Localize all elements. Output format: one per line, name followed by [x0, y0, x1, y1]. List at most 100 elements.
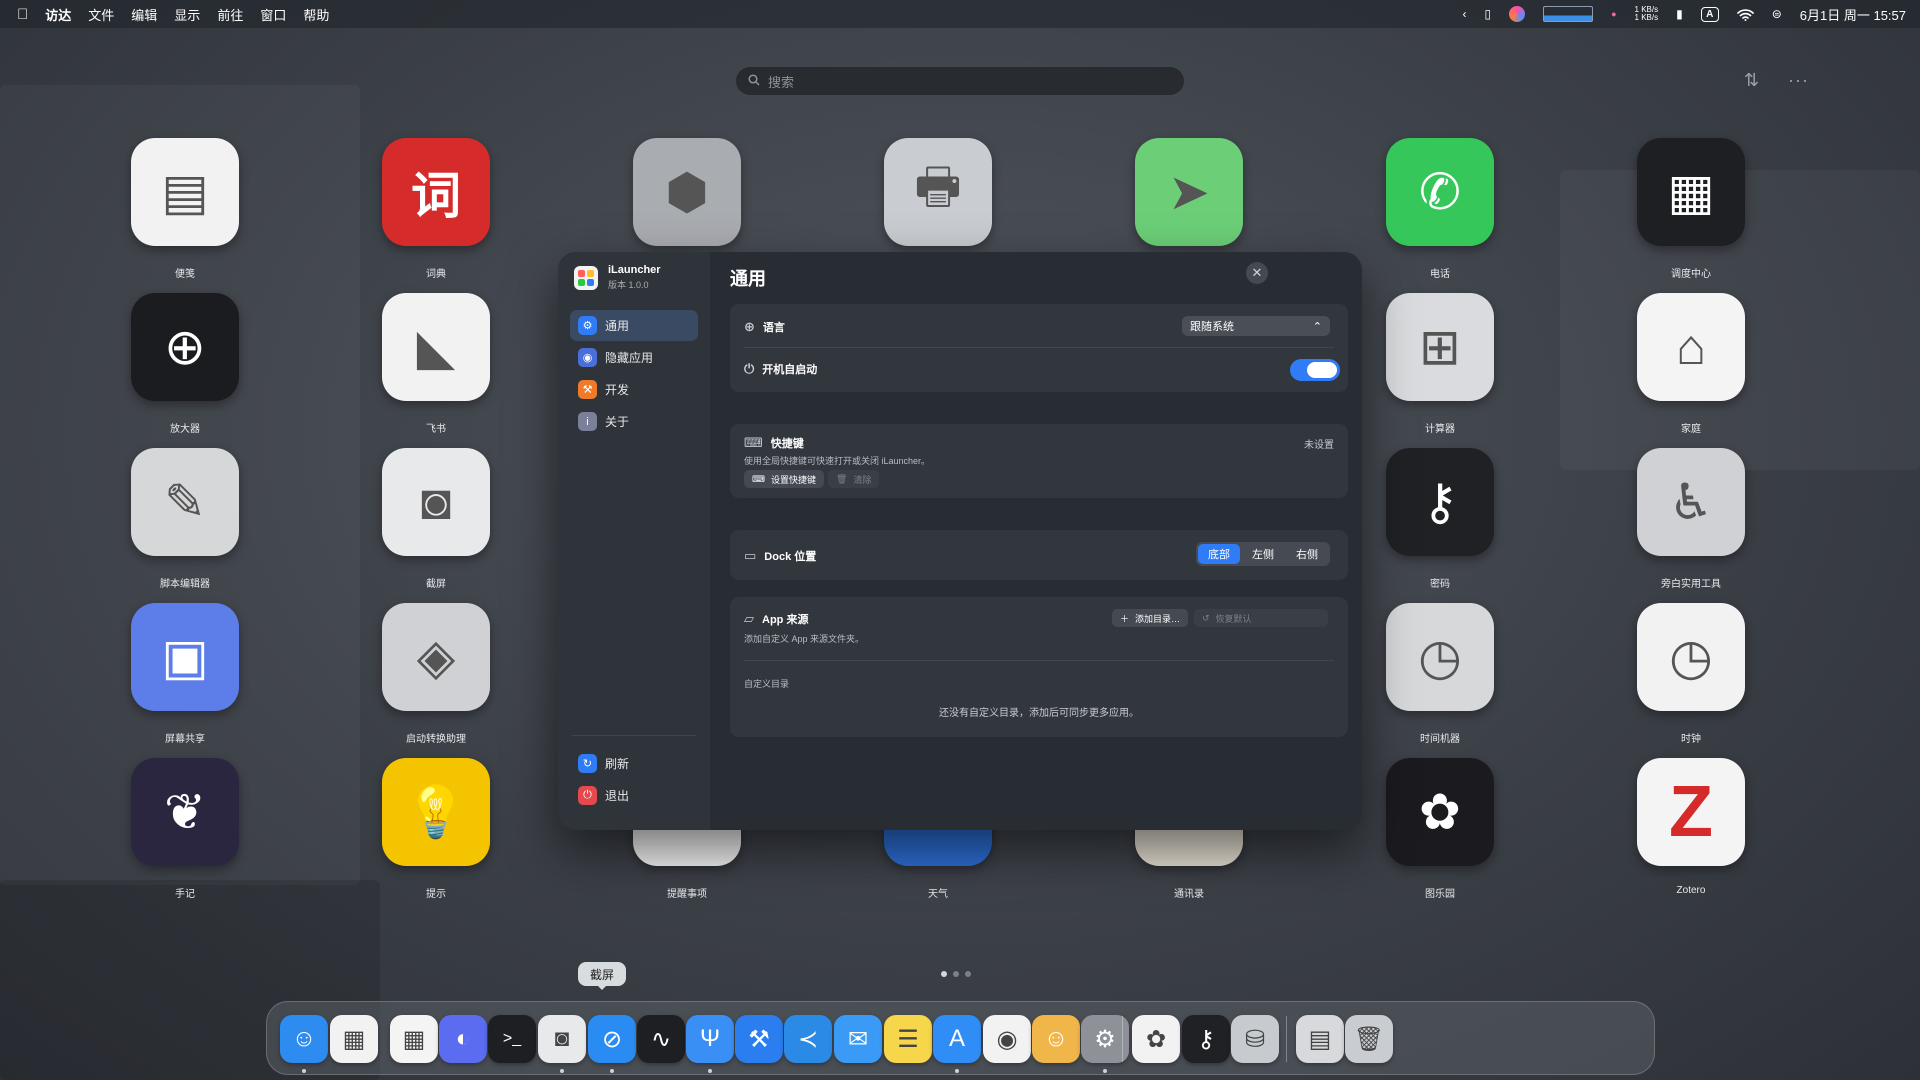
page-dot[interactable] [953, 971, 959, 977]
menu-go[interactable]: 前往 [217, 5, 243, 24]
launchpad-icon[interactable]: ▦ [330, 1015, 378, 1063]
clipboard-icon[interactable]: ▮ [1676, 7, 1683, 21]
chatbot-icon[interactable]: ◐ [439, 1015, 487, 1063]
reset-default-button[interactable]: ↺ 恢复默认 [1194, 609, 1328, 627]
refresh-button[interactable]: ↻ 刷新 [570, 748, 698, 779]
bubble-icon[interactable]: ☺ [1032, 1015, 1080, 1063]
system-utility-icon: ⬢ [633, 138, 741, 246]
trash-icon[interactable]: 🗑 [1345, 1015, 1393, 1063]
app-store-icon[interactable]: A [933, 1015, 981, 1063]
app-label: 时间机器 [1420, 734, 1460, 745]
cpu-graph-icon[interactable] [1543, 6, 1594, 22]
app-boot-camp[interactable]: ◈ 启动转换助理 [361, 603, 511, 745]
menu-view[interactable]: 显示 [174, 5, 200, 24]
menu-finder[interactable]: 访达 [45, 5, 71, 24]
sort-icon[interactable]: ⇅ [1744, 70, 1759, 91]
maps-icon: ➤ [1135, 138, 1243, 246]
set-shortcut-label: 设置快捷键 [771, 474, 817, 485]
running-indicator [610, 1069, 614, 1073]
wifi-icon[interactable] [1736, 8, 1754, 21]
general-card: ⊕ 语言 跟随系统 ⌃ ⏻ 开机自启动 [730, 304, 1348, 392]
app-label: 启动转换助理 [406, 734, 466, 745]
autostart-label: 开机自启动 [762, 364, 818, 376]
safari-icon[interactable]: ⊘ [588, 1015, 636, 1063]
dock-right-option[interactable]: 右侧 [1286, 544, 1328, 564]
running-indicator [1103, 1069, 1107, 1073]
search-input[interactable]: 搜索 [736, 67, 1184, 95]
reset-icon: ↺ [1202, 612, 1210, 623]
preview-icon[interactable]: ▤ [1296, 1015, 1344, 1063]
set-shortcut-button[interactable]: ⌨ 设置快捷键 [744, 470, 825, 488]
app-calculator[interactable]: ⊞ 计算器 [1365, 293, 1515, 435]
app-label: 旁白实用工具 [1661, 579, 1721, 590]
ilauncher-icon[interactable]: ▦ [390, 1015, 438, 1063]
app-magnifier[interactable]: ⊕ 放大器 [110, 293, 260, 435]
menu-edit[interactable]: 编辑 [131, 5, 157, 24]
app-stickies[interactable]: ▤ 便笺 [110, 138, 260, 280]
xcode-icon[interactable]: ⚒ [735, 1015, 783, 1063]
app-phone[interactable]: ✆ 电话 [1365, 138, 1515, 280]
battery-status-icon[interactable]: ▯ [1484, 7, 1491, 21]
clock-text[interactable]: 6月1日 周一 15:57 [1800, 5, 1906, 24]
app-screenshot[interactable]: ◙ 截屏 [361, 448, 511, 590]
menu-window[interactable]: 窗口 [260, 5, 286, 24]
finder-icon[interactable]: ☺ [280, 1015, 328, 1063]
app-mission-control[interactable]: ▦ 调度中心 [1616, 138, 1766, 280]
photos-icon[interactable]: ✿ [1132, 1015, 1180, 1063]
empty-directory-text: 还没有自定义目录，添加后可同步更多应用。 [939, 708, 1139, 719]
sidebar-item-hidden-apps[interactable]: ◉ 隐藏应用 [570, 342, 698, 373]
mail-icon[interactable]: ✉ [834, 1015, 882, 1063]
clear-shortcut-button[interactable]: 🗑 清除 [828, 470, 880, 488]
passwords-icon[interactable]: ⚷ [1182, 1015, 1230, 1063]
app-home[interactable]: ⌂ 家庭 [1616, 293, 1766, 435]
app-tips[interactable]: 💡 提示 [361, 758, 511, 900]
disk-utility-icon[interactable]: ⛁ [1231, 1015, 1279, 1063]
app-voiceover-utility[interactable]: ♿ 旁白实用工具 [1616, 448, 1766, 590]
app-image-playground[interactable]: ✿ 图乐园 [1365, 758, 1515, 900]
page-dot[interactable] [965, 971, 971, 977]
plus-icon: ＋ [1120, 613, 1130, 624]
shortcut-status: 未设置 [1304, 440, 1334, 451]
app-script-editor[interactable]: ✎ 脚本编辑器 [110, 448, 260, 590]
menu-help[interactable]: 帮助 [303, 5, 329, 24]
close-button[interactable]: ✕ [1246, 262, 1268, 284]
autostart-toggle[interactable] [1290, 359, 1340, 381]
input-method-icon[interactable]: A [1700, 6, 1719, 22]
more-icon[interactable]: ··· [1788, 70, 1809, 91]
record-dot-icon[interactable]: ● [1611, 9, 1616, 19]
menu-file[interactable]: 文件 [88, 5, 114, 24]
app-clock[interactable]: ◷ 时钟 [1616, 603, 1766, 745]
app-label: 图乐园 [1425, 889, 1455, 900]
refresh-label: 刷新 [605, 757, 630, 771]
sidebar-item-develop[interactable]: ⚒ 开发 [570, 374, 698, 405]
control-center-icon[interactable]: ⊜ [1772, 7, 1782, 21]
voiceover-utility-icon: ♿ [1637, 448, 1745, 556]
terminal-icon[interactable]: >_ [488, 1015, 536, 1063]
quit-button[interactable]: ⏻ 退出 [570, 780, 698, 811]
app-screen-sharing[interactable]: ▣ 屏幕共享 [110, 603, 260, 745]
app-dictionary[interactable]: 词词典 [361, 138, 511, 280]
app-journal[interactable]: ❦ 手记 [110, 758, 260, 900]
sidebar-item-general[interactable]: ⚙ 通用 [570, 310, 698, 341]
language-select[interactable]: 跟随系统 ⌃ [1182, 316, 1330, 336]
chevron-left-icon[interactable]: ‹ [1462, 7, 1466, 21]
apple-menu-icon[interactable]:  [17, 6, 28, 23]
fork-icon[interactable]: Ψ [686, 1015, 734, 1063]
app-zotero[interactable]: Z Zotero [1616, 758, 1766, 899]
network-speed[interactable]: 1 KB/s 1 KB/s [1635, 6, 1659, 22]
vscode-icon[interactable]: ≺ [784, 1015, 832, 1063]
app-time-machine[interactable]: ◷ 时间机器 [1365, 603, 1515, 745]
chrome-icon[interactable]: ◉ [983, 1015, 1031, 1063]
page-dot-active[interactable] [941, 971, 947, 977]
notes-icon[interactable]: ☰ [884, 1015, 932, 1063]
sidebar-item-about[interactable]: i 关于 [570, 406, 698, 437]
hammer-icon: ⚒ [578, 380, 597, 399]
add-directory-button[interactable]: ＋ 添加目录… [1112, 609, 1189, 627]
app-passwords[interactable]: ⚷ 密码 [1365, 448, 1515, 590]
screenshot-icon[interactable]: ◙ [538, 1015, 586, 1063]
dock-left-option[interactable]: 左侧 [1242, 544, 1284, 564]
activity-monitor-icon[interactable]: ∿ [637, 1015, 685, 1063]
app-feishu[interactable]: ◣ 飞书 [361, 293, 511, 435]
dock-bottom-option[interactable]: 底部 [1198, 544, 1240, 564]
siri-icon[interactable] [1509, 6, 1526, 22]
